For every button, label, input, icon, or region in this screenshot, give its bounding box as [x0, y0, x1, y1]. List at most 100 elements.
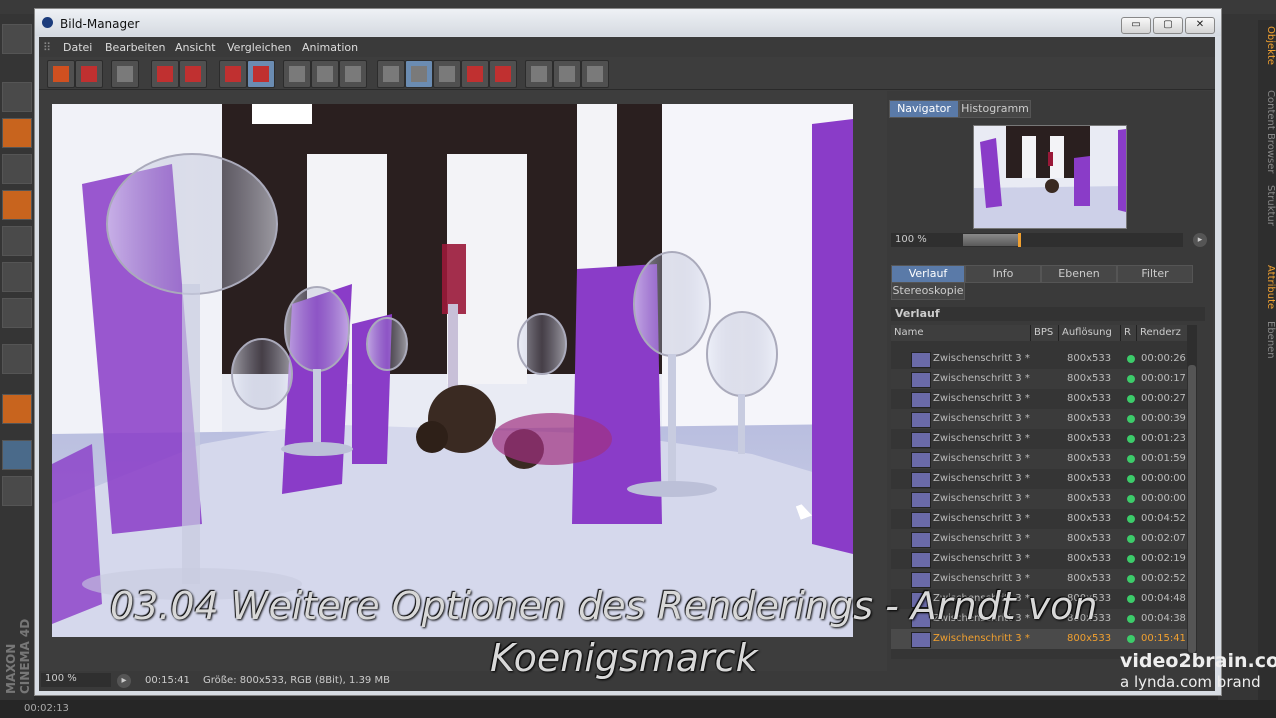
render-image[interactable] — [52, 104, 853, 637]
menu-vergleichen[interactable]: Vergleichen — [227, 41, 291, 54]
tab-verlauf[interactable]: Verlauf — [891, 265, 965, 283]
tab-info[interactable]: Info — [965, 265, 1041, 283]
col-name[interactable]: Name — [891, 325, 1031, 341]
maximize-button[interactable]: ▢ — [1153, 17, 1183, 34]
select-tool-icon[interactable] — [2, 24, 32, 54]
ram-icon[interactable] — [151, 60, 179, 88]
table-row[interactable]: Zwischenschritt 3 * 800x533 00:00:26 — [891, 349, 1187, 369]
table-row[interactable]: Zwischenschritt 3 * 800x533 00:00:00 — [891, 469, 1187, 489]
axis-icon[interactable] — [2, 344, 32, 374]
scrollbar-thumb[interactable] — [1188, 365, 1196, 653]
tab-stereoskopie[interactable]: Stereoskopie — [891, 282, 965, 300]
ab-swap-icon[interactable] — [433, 60, 461, 88]
status-play-icon[interactable]: ▸ — [117, 674, 131, 688]
ab-compare-icon[interactable] — [377, 60, 405, 88]
copy-icon[interactable] — [111, 60, 139, 88]
save-icon[interactable] — [75, 60, 103, 88]
menu-datei[interactable]: Datei — [63, 41, 92, 54]
status-dot-icon — [1127, 635, 1135, 643]
side-tab-content-browser[interactable]: Content Browser — [1258, 82, 1276, 182]
table-row[interactable]: Zwischenschritt 3 * 800x533 00:00:17 — [891, 369, 1187, 389]
filter1-icon[interactable] — [525, 60, 553, 88]
filter3-icon[interactable] — [581, 60, 609, 88]
model-mode-icon[interactable] — [2, 82, 32, 112]
status-dot-icon — [1127, 375, 1135, 383]
row-resolution: 800x533 — [1067, 513, 1112, 524]
side-tab-objekte[interactable]: Objekte — [1258, 24, 1276, 68]
delete-icon[interactable] — [219, 60, 247, 88]
menu-animation[interactable]: Animation — [302, 41, 358, 54]
window-titlebar[interactable]: Bild-Manager ▭ ▢ ✕ — [35, 9, 1221, 36]
row-rendertime: 00:01:59 — [1141, 453, 1186, 464]
table-row[interactable]: Zwischenschritt 3 * 800x533 00:00:00 — [891, 489, 1187, 509]
render-region-icon[interactable] — [311, 60, 339, 88]
status-dot-icon — [1127, 615, 1135, 623]
row-rendertime: 00:00:00 — [1141, 473, 1186, 484]
navigator-thumbnail[interactable] — [973, 125, 1127, 229]
points-mode-icon[interactable] — [2, 226, 32, 256]
history-scrollbar[interactable] — [1187, 325, 1197, 659]
clear-icon[interactable] — [247, 60, 275, 88]
navigator-zoom-slider[interactable] — [963, 233, 1183, 247]
set-a-icon[interactable] — [461, 60, 489, 88]
app-left-toolbar: MAXON CINEMA 4D — [0, 14, 34, 704]
side-tab-attribute[interactable]: Attribute — [1258, 260, 1276, 314]
col-aufloesung[interactable]: Auflösung — [1059, 325, 1121, 341]
render-view-icon[interactable] — [283, 60, 311, 88]
table-row[interactable]: Zwischenschritt 3 * 800x533 00:01:59 — [891, 449, 1187, 469]
status-zoom-field[interactable]: 100 % — [41, 673, 111, 687]
row-rendertime: 00:00:39 — [1141, 413, 1186, 424]
table-row[interactable]: Zwischenschritt 3 * 800x533 00:02:07 — [891, 529, 1187, 549]
history-heading: Verlauf — [891, 307, 1205, 321]
status-dot-icon — [1127, 555, 1135, 563]
play-icon[interactable]: ▸ — [1193, 233, 1207, 247]
polygons-mode-icon[interactable] — [2, 298, 32, 328]
navigator-zoom-field[interactable]: 100 % — [891, 233, 965, 247]
texture-mode-icon[interactable] — [2, 154, 32, 184]
col-r[interactable]: R — [1121, 325, 1137, 341]
row-name: Zwischenschritt 3 * — [933, 393, 1030, 404]
side-tab-struktur[interactable]: Struktur — [1258, 180, 1276, 230]
menu-bearbeiten[interactable]: Bearbeiten — [105, 41, 165, 54]
split-compare-icon[interactable] — [405, 60, 433, 88]
table-row[interactable]: Zwischenschritt 3 * 800x533 00:04:52 — [891, 509, 1187, 529]
table-row[interactable]: Zwischenschritt 3 * 800x533 00:00:39 — [891, 409, 1187, 429]
col-renderzeit[interactable]: Renderz — [1137, 325, 1187, 341]
render-thumbnail-icon — [911, 392, 931, 408]
open-icon[interactable] — [47, 60, 75, 88]
col-bps[interactable]: BPS — [1031, 325, 1059, 341]
edges-mode-icon[interactable] — [2, 262, 32, 292]
table-row[interactable]: Zwischenschritt 3 * 800x533 00:00:27 — [891, 389, 1187, 409]
magnet-icon[interactable] — [2, 394, 32, 424]
render-thumbnail-icon — [911, 512, 931, 528]
tab-ebenen[interactable]: Ebenen — [1041, 265, 1117, 283]
status-dot-icon — [1127, 515, 1135, 523]
render-thumbnail-icon — [911, 372, 931, 388]
table-row[interactable]: Zwischenschritt 3 * 800x533 00:15:41 — [891, 629, 1187, 649]
status-dot-icon — [1127, 355, 1135, 363]
set-b-icon[interactable] — [489, 60, 517, 88]
workplane-icon[interactable] — [2, 190, 32, 220]
close-button[interactable]: ✕ — [1185, 17, 1215, 34]
side-tab-ebenen[interactable]: Ebenen — [1258, 318, 1276, 362]
row-rendertime: 00:15:41 — [1141, 633, 1186, 644]
render-to-icon[interactable] — [179, 60, 207, 88]
tab-histogramm[interactable]: Histogramm — [959, 100, 1031, 118]
tab-navigator[interactable]: Navigator — [889, 100, 959, 118]
row-rendertime: 00:00:00 — [1141, 493, 1186, 504]
render-object-icon[interactable] — [339, 60, 367, 88]
render-thumbnail-icon — [911, 472, 931, 488]
row-resolution: 800x533 — [1067, 533, 1112, 544]
cube-icon[interactable] — [2, 118, 32, 148]
filter2-icon[interactable] — [553, 60, 581, 88]
table-row[interactable]: Zwischenschritt 3 * 800x533 00:01:23 — [891, 429, 1187, 449]
table-row[interactable]: Zwischenschritt 3 * 800x533 00:02:19 — [891, 549, 1187, 569]
window-title: Bild-Manager — [60, 17, 140, 31]
menu-ansicht[interactable]: Ansicht — [175, 41, 216, 54]
tab-filter[interactable]: Filter — [1117, 265, 1193, 283]
zoom-slider-handle[interactable] — [1018, 233, 1021, 247]
grid-lock-icon[interactable] — [2, 440, 32, 470]
grid-icon[interactable] — [2, 476, 32, 506]
minimize-button[interactable]: ▭ — [1121, 17, 1151, 34]
row-resolution: 800x533 — [1067, 553, 1112, 564]
